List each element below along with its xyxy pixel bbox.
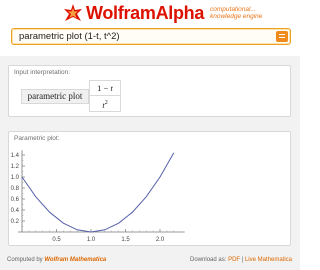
wolfram-mathematica-link[interactable]: Wolfram Mathematica: [44, 257, 106, 263]
interpretation-label: parametric plot: [21, 89, 89, 104]
search-input[interactable]: parametric plot (1-t, t^2): [11, 28, 291, 45]
results-area: Input interpretation: parametric plot 1 …: [0, 56, 300, 270]
expr-y-exponent: 2: [104, 100, 108, 106]
live-mathematica-link[interactable]: Live Mathematica: [245, 257, 292, 263]
download-pdf-link[interactable]: PDF: [228, 257, 240, 263]
parametric-plot-pod: Parametric plot: 0.5 1.0 1.5 2.0 0.2 0.4 0.6 0.…: [8, 131, 291, 246]
equals-icon[interactable]: [276, 31, 288, 42]
pod-title-parametric-plot: Parametric plot:: [14, 135, 60, 142]
y-tick-label: 1.0: [11, 175, 20, 181]
tagline-line1: computational...: [210, 6, 256, 13]
computed-by-label: Computed by: [7, 257, 43, 263]
parametric-plot-chart: 0.5 1.0 1.5 2.0 0.2 0.4 0.6 0.8 1.0 1.2 1.4: [11, 150, 185, 243]
input-interpretation-pod: Input interpretation: parametric plot 1 …: [8, 65, 291, 117]
x-tick-label: 1.0: [87, 237, 96, 243]
y-tick-label: 1.2: [11, 164, 20, 170]
logo-word-wolfram: Wolfram: [86, 3, 156, 23]
interpretation-expr-y: t2: [89, 96, 121, 112]
tagline: computational... knowledge engine: [210, 6, 262, 20]
x-tick-label: 2.0: [156, 237, 165, 243]
y-tick-label: 0.8: [11, 186, 20, 192]
pod-title-input-interpretation: Input interpretation:: [14, 69, 71, 76]
download-separator: |: [241, 257, 244, 263]
footer: Computed by Wolfram Mathematica Download…: [0, 253, 300, 270]
tagline-line2: knowledge engine: [210, 13, 263, 20]
wolfram-alpha-logo[interactable]: WolframAlpha: [86, 3, 204, 23]
search-query-text: parametric plot (1-t, t^2): [19, 31, 120, 42]
download-options: Download as: PDF | Live Mathematica: [190, 257, 292, 263]
y-tick-label: 0.6: [11, 197, 20, 203]
y-tick-label: 1.4: [11, 153, 20, 159]
y-tick-label: 0.2: [11, 219, 20, 225]
x-tick-label: 1.5: [121, 237, 130, 243]
y-tick-label: 0.4: [11, 208, 20, 214]
interpretation-expr-x: 1 − t: [89, 80, 121, 96]
parametric-curve: [21, 152, 175, 233]
x-tick-label: 0.5: [52, 237, 61, 243]
wolfram-star-logo-icon: [64, 4, 82, 21]
download-as-label: Download as:: [190, 257, 227, 263]
header: WolframAlpha computational... knowledge …: [0, 0, 300, 26]
interpretation-table: parametric plot 1 − t t2: [21, 80, 131, 112]
expr-x-variable: t: [110, 83, 113, 93]
computed-by: Computed by Wolfram Mathematica: [7, 257, 106, 263]
logo-word-alpha: Alpha: [155, 3, 205, 23]
